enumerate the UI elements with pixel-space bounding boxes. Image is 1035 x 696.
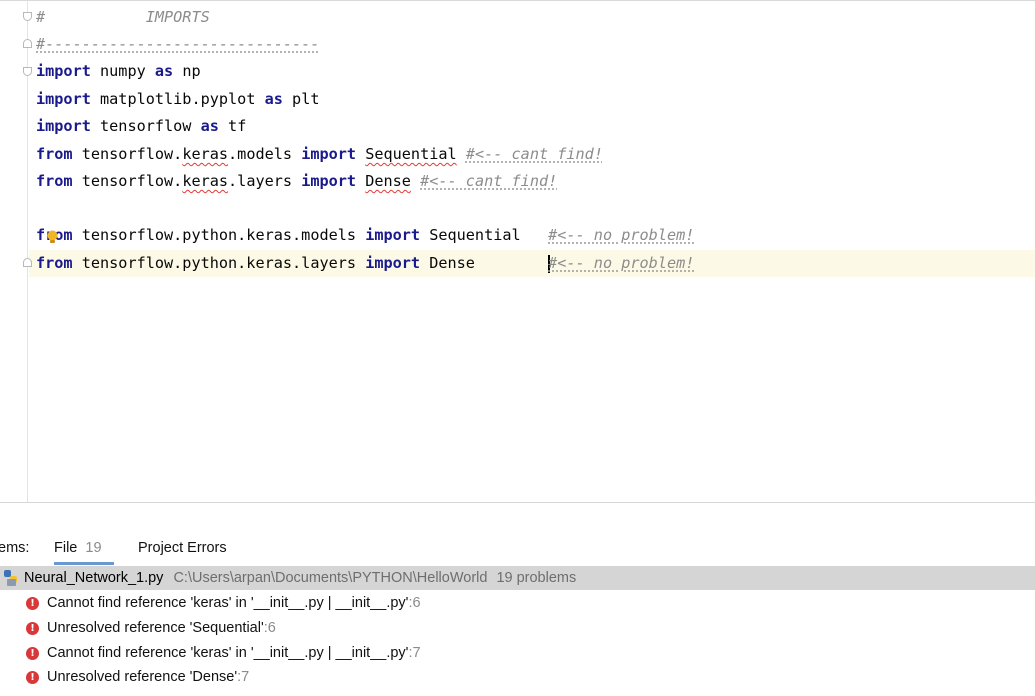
problem-line-number: :7 <box>408 645 421 661</box>
code-line[interactable]: from tensorflow.keras.models import Sequ… <box>36 141 603 168</box>
problem-message: Unresolved reference 'Dense' <box>47 669 238 685</box>
code-token: #<-- cant find! <box>465 145 603 163</box>
code-line[interactable]: #------------------------------ <box>36 31 319 58</box>
code-token: from <box>36 254 73 272</box>
problem-item[interactable]: ! Cannot find reference 'keras' in '__ini… <box>0 641 1035 666</box>
code-token: Sequential <box>365 145 457 163</box>
code-token: np <box>173 62 201 80</box>
fold-marker-icon[interactable] <box>23 258 32 267</box>
code-token: import <box>36 117 91 135</box>
fold-marker-icon[interactable] <box>23 67 32 76</box>
error-icon: ! <box>26 597 39 610</box>
tab-project-errors-label: Project Errors <box>138 540 227 556</box>
code-line[interactable]: import matplotlib.pyplot as plt <box>36 86 319 113</box>
code-token: import <box>365 226 421 244</box>
editor-gutter[interactable] <box>0 1 28 502</box>
error-icon: ! <box>26 622 39 635</box>
intention-bulb-icon[interactable] <box>46 230 59 244</box>
problems-file-row[interactable]: Neural_Network_1.py C:\Users\arpan\Docume… <box>0 566 1035 590</box>
code-token: import <box>365 254 421 272</box>
code-token: import <box>301 172 357 190</box>
tab-project-errors[interactable]: Project Errors <box>138 532 227 565</box>
code-token: #<-- no problem! <box>548 226 695 244</box>
code-line[interactable]: from tensorflow.python.keras.layers impo… <box>36 250 694 277</box>
code-editor[interactable]: # IMPORTS #------------------------------… <box>0 0 1035 502</box>
problem-message: Cannot find reference 'keras' in '__init… <box>47 645 409 661</box>
code-token: # IMPORTS <box>36 8 210 26</box>
panel-splitter[interactable] <box>0 502 1035 532</box>
code-token: tensorflow <box>90 117 201 135</box>
file-name: Neural_Network_1.py <box>24 570 164 586</box>
problem-message: Cannot find reference 'keras' in '__init… <box>47 595 409 611</box>
problem-item[interactable]: ! Unresolved reference 'Dense':7 <box>0 665 1035 690</box>
code-line[interactable]: # IMPORTS <box>36 4 210 31</box>
code-line[interactable]: from tensorflow.python.keras.models impo… <box>36 222 694 249</box>
code-token: tensorflow.python.keras.layers <box>72 254 366 272</box>
code-token: Dense <box>420 254 549 272</box>
tab-file[interactable]: File 19 <box>54 532 114 565</box>
file-path: C:\Users\arpan\Documents\PYTHON\HelloWor… <box>173 570 488 586</box>
code-token: import <box>301 145 357 163</box>
problem-item[interactable]: ! Cannot find reference 'keras' in '__ini… <box>0 591 1035 616</box>
code-token: #<-- no problem! <box>548 254 695 272</box>
fold-marker-icon[interactable] <box>23 39 32 48</box>
error-icon: ! <box>26 647 39 660</box>
code-token: .layers <box>228 172 302 190</box>
code-token: numpy <box>90 62 155 80</box>
code-token: #<-- cant find! <box>420 172 558 190</box>
code-token: as <box>200 117 219 135</box>
problem-message: Unresolved reference 'Sequential' <box>47 620 264 636</box>
code-token: tensorflow. <box>72 172 183 190</box>
error-icon: ! <box>26 671 39 684</box>
code-token: Dense <box>365 172 411 190</box>
code-token: tensorflow. <box>72 145 183 163</box>
code-token: plt <box>282 90 320 108</box>
problem-item[interactable]: ! Unresolved reference 'Sequential':6 <box>0 616 1035 641</box>
code-line[interactable]: import tensorflow as tf <box>36 113 246 140</box>
code-token: keras <box>182 172 229 190</box>
tab-file-count: 19 <box>85 540 102 556</box>
code-token: from <box>36 145 73 163</box>
code-token: from <box>36 172 73 190</box>
fold-marker-icon[interactable] <box>23 12 32 21</box>
problem-line-number: :7 <box>237 669 250 685</box>
code-token: keras <box>182 145 229 163</box>
code-token: matplotlib.pyplot <box>90 90 265 108</box>
code-token: as <box>154 62 174 80</box>
code-token: tensorflow.python.keras.models <box>72 226 366 244</box>
problem-line-number: :6 <box>408 595 421 611</box>
problem-line-number: :6 <box>263 620 276 636</box>
code-token: import <box>36 62 91 80</box>
problems-tabs: ems: File 19 Project Errors <box>0 532 1035 565</box>
code-line[interactable]: import numpy as np <box>36 58 201 85</box>
tab-file-label: File <box>54 540 78 556</box>
file-problem-count: 19 problems <box>496 570 577 586</box>
code-token: tf <box>218 117 247 135</box>
code-token: as <box>264 90 283 108</box>
python-file-icon <box>4 570 17 586</box>
code-token: Sequential <box>420 226 549 244</box>
panel-label: ems: <box>0 540 30 556</box>
code-token: .models <box>228 145 302 163</box>
code-token: import <box>36 90 91 108</box>
code-line[interactable]: from tensorflow.keras.layers import Dens… <box>36 168 557 195</box>
code-token: #------------------------------ <box>36 35 320 53</box>
